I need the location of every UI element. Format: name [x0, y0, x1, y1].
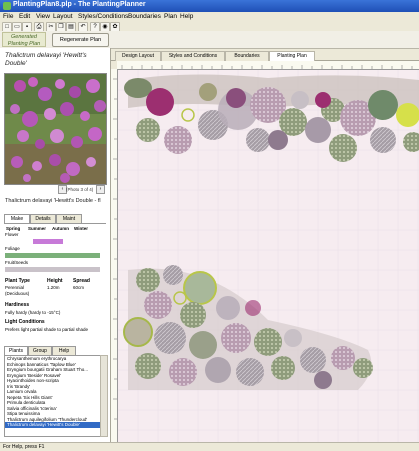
season-winter: Winter [74, 226, 88, 231]
upper-border-bed[interactable] [124, 74, 419, 162]
ruler-top-ticks [121, 65, 413, 69]
foliage-season-bar [5, 253, 100, 258]
next-photo-button[interactable]: › [96, 185, 105, 194]
menu-plan[interactable]: Plan [164, 13, 177, 20]
window-title: PlantingPlan8.plp - The PlantingPlanner [13, 1, 146, 8]
photo-counter: (Photo 3 of 4) [66, 187, 94, 192]
planting-plan-drawing[interactable] [118, 70, 419, 442]
detail-tabs: Make Details Maint [4, 213, 106, 224]
plan-bar: Generated Planting Plan Regenerate Plan [0, 31, 419, 49]
tab-plants[interactable]: Plants [4, 346, 28, 355]
plant-list-scrollbar[interactable] [100, 355, 108, 437]
tab-boundaries[interactable]: Boundaries [225, 51, 269, 61]
row-flower-label: Flower [5, 232, 19, 237]
menu-boundaries[interactable]: Boundaries [128, 13, 161, 20]
tab-styles-conditions[interactable]: Styles and Conditions [161, 51, 225, 61]
season-spring: Spring [6, 226, 21, 231]
lower-border-bed[interactable] [123, 265, 373, 390]
list-item[interactable]: Eryngium bourgatii Graham Stuart Tho... [5, 367, 101, 373]
season-autumn: Autumn [52, 226, 69, 231]
hardiness-value: Fully hardy (hardy to -15°C) [5, 310, 61, 315]
hardiness-label: Hardiness [5, 302, 29, 308]
plant-photo [4, 73, 107, 185]
ruler-left [111, 69, 118, 442]
photo-caption: Thalictrum delavayi 'Hewitt's Double - f… [5, 198, 101, 204]
menu-layout[interactable]: Layout [53, 13, 73, 20]
tab-design-layout[interactable]: Design Layout [115, 51, 161, 61]
row-fruit-label: Fruit/Seeds [5, 260, 29, 265]
planting-plan-canvas[interactable] [118, 70, 419, 442]
tab-planting-plan[interactable]: Planting Plan [269, 51, 315, 61]
menu-file[interactable]: File [3, 13, 13, 20]
plant-list[interactable]: Chrysanthemum erythrocarya Echinops bann… [4, 355, 102, 437]
plant-details-panel: Thalictrum delavayi 'Hewitt's Double' ‹ … [0, 48, 111, 442]
plant-photo-image [5, 74, 106, 184]
light-label: Light Conditions [5, 319, 45, 325]
menu-edit[interactable]: Edit [19, 13, 30, 20]
plant-type-value: Perennial [5, 285, 25, 290]
list-item[interactable]: Thalictrum delavayi 'Hewitt's Double' [5, 422, 101, 428]
app-icon [3, 2, 11, 10]
spread-header: Spread [73, 278, 90, 284]
generated-plan-label: Generated Planting Plan [2, 32, 46, 47]
plant-title: Thalictrum delavayi 'Hewitt's Double' [5, 52, 87, 67]
status-text: For Help, press F1 [3, 444, 45, 450]
height-header: Height [47, 278, 63, 284]
plant-type-header: Plant Type [5, 278, 30, 284]
tab-maint[interactable]: Maint [56, 214, 82, 223]
fruit-season-bar [5, 267, 100, 272]
flower-season-bar [33, 239, 63, 244]
light-heading: Light Conditions [5, 319, 45, 325]
spread-value: 60cm [73, 285, 85, 290]
regenerate-plan-button[interactable]: Regenerate Plan [52, 33, 109, 47]
plant-type-sub: (Deciduous) [5, 291, 30, 296]
list-tabs: Plants Group Help [4, 346, 106, 356]
title-bar: PlantingPlan8.plp - The PlantingPlanner [0, 0, 419, 12]
tab-make[interactable]: Make [4, 214, 30, 223]
ruler-top [117, 61, 419, 70]
menu-help[interactable]: Help [180, 13, 193, 20]
season-summer: Summer [28, 226, 47, 231]
tab-details[interactable]: Details [30, 214, 56, 223]
ruler-left-ticks [113, 78, 117, 420]
view-tabs: Design Layout Styles and Conditions Boun… [111, 50, 419, 61]
hardiness-heading: Hardiness [5, 302, 30, 308]
row-foliage-label: Foliage [5, 246, 20, 251]
height-value: 1.20m [47, 285, 60, 290]
light-value: Prefers light partial shade to partial s… [5, 327, 89, 332]
menu-view[interactable]: View [36, 13, 50, 20]
menu-styles-conditions[interactable]: Styles/Conditions [78, 13, 128, 20]
